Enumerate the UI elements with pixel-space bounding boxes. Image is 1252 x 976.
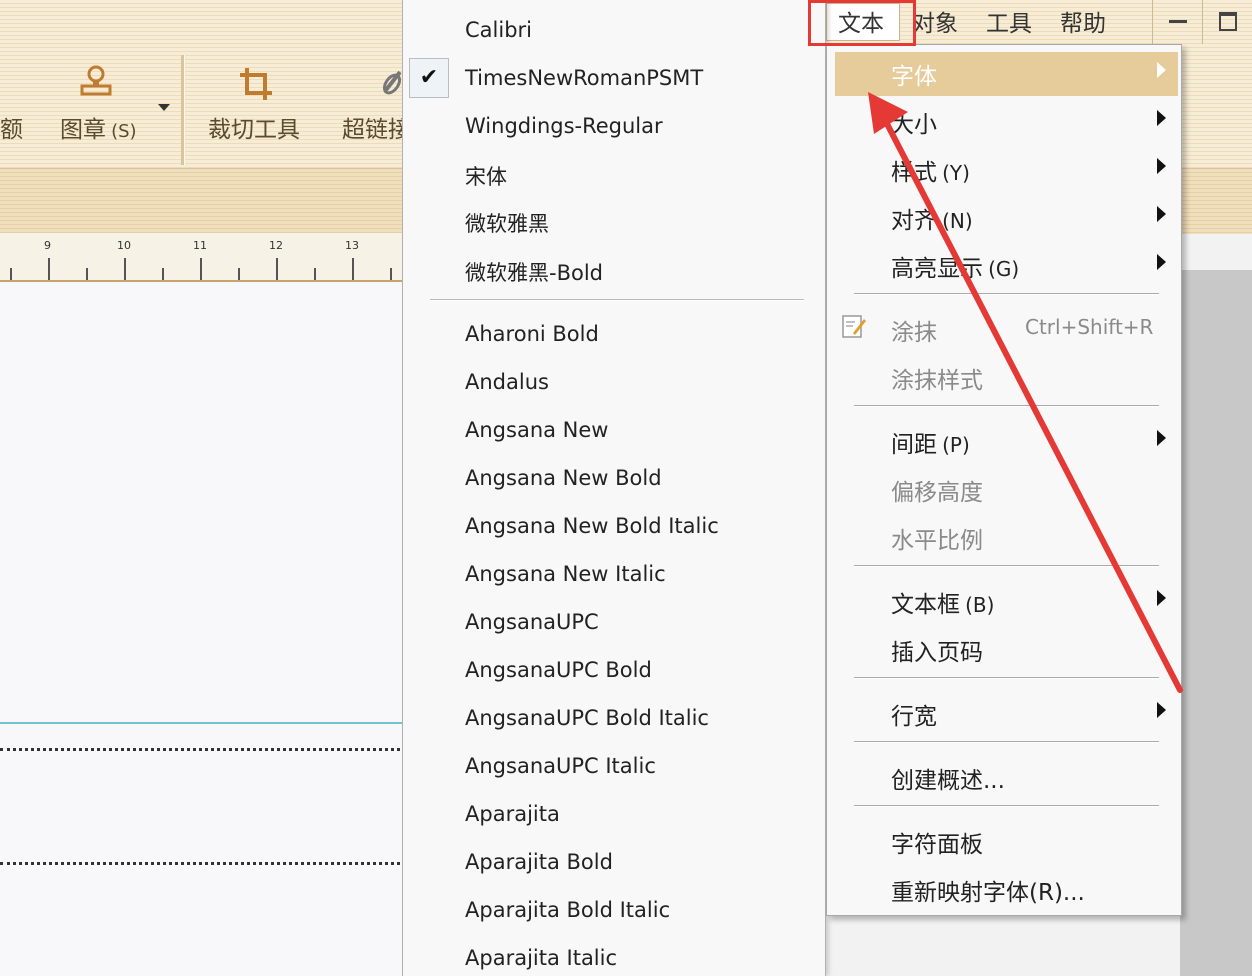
ruler-tick [276, 258, 278, 280]
ruler-tick [352, 258, 354, 280]
font-item-selected[interactable]: TimesNewRomanPSMT [465, 66, 703, 90]
font-item[interactable]: Angsana New Italic [465, 562, 666, 586]
ruler-tick [124, 258, 126, 280]
maximize-button[interactable] [1202, 0, 1252, 44]
annotation-box [808, 0, 916, 46]
submenu-arrow-icon [1157, 110, 1166, 126]
minimize-button[interactable] [1152, 0, 1201, 44]
dotted-line [0, 748, 400, 751]
menu-separator [854, 741, 1159, 743]
font-item[interactable]: 微软雅黑-Bold [465, 257, 603, 287]
menu-tools[interactable]: 工具 [986, 4, 1032, 38]
shortcut-label: Ctrl+Shift+R [1025, 315, 1154, 339]
crop-tool-button[interactable]: 裁切工具 [208, 110, 300, 144]
submenu-arrow-icon [1157, 206, 1166, 222]
menu-item-style[interactable]: 样式 (Y) [891, 153, 970, 187]
menu-separator [854, 805, 1159, 807]
font-item[interactable]: Angsana New [465, 418, 608, 442]
font-item[interactable]: Angsana New Bold [465, 466, 662, 490]
menu-item-insert-page-number[interactable]: 插入页码 [891, 633, 983, 667]
menu-separator [854, 293, 1159, 295]
menu-item-create-summary[interactable]: 创建概述... [891, 761, 1005, 795]
stamp-button[interactable]: 图章 (S) [60, 110, 137, 144]
font-item[interactable]: AngsanaUPC Bold [465, 658, 652, 682]
submenu-arrow-icon [1157, 254, 1166, 270]
crop-icon [238, 66, 274, 108]
menu-item-offset-height[interactable]: 偏移高度 [891, 473, 983, 507]
menu-item-character-panel[interactable]: 字符面板 [891, 825, 983, 859]
font-item[interactable]: 宋体 [465, 161, 507, 191]
document-canvas[interactable] [0, 282, 402, 976]
ruler-number: 9 [44, 239, 51, 252]
menu-item-remap-fonts[interactable]: 重新映射字体(R)... [891, 873, 1085, 907]
menu-item-align[interactable]: 对齐 (N) [891, 201, 973, 235]
menu-separator [430, 299, 804, 301]
menu-item-spacing[interactable]: 间距 (P) [891, 425, 970, 459]
hyperlink-button[interactable]: 超链接 [342, 110, 411, 144]
ruler-tick [314, 268, 316, 280]
ruler-tick [162, 268, 164, 280]
font-submenu: Calibri ✔ TimesNewRomanPSMT Wingdings-Re… [402, 0, 826, 976]
ruler-number: 11 [193, 239, 207, 252]
text-baseline [0, 722, 402, 724]
ruler-tick [86, 268, 88, 280]
menu-object[interactable]: 对象 [912, 4, 958, 38]
menu-separator [854, 677, 1159, 679]
ruler-tick [200, 258, 202, 280]
font-item[interactable]: Wingdings-Regular [465, 114, 663, 138]
ruler-tick [390, 268, 392, 280]
menu-item-line-width[interactable]: 行宽 [891, 697, 937, 731]
submenu-arrow-icon [1157, 62, 1166, 78]
font-item[interactable]: Angsana New Bold Italic [465, 514, 719, 538]
ruler-number: 10 [117, 239, 131, 252]
font-item[interactable]: Aparajita [465, 802, 560, 826]
font-item[interactable]: AngsanaUPC [465, 610, 599, 634]
toolbar-divider [181, 55, 185, 165]
workspace-background [1180, 270, 1252, 976]
font-item[interactable]: Calibri [465, 18, 532, 42]
submenu-arrow-icon [1157, 702, 1166, 718]
font-item[interactable]: Andalus [465, 370, 549, 394]
font-item[interactable]: Aparajita Bold [465, 850, 613, 874]
font-item[interactable]: 微软雅黑 [465, 208, 549, 238]
link-icon [378, 68, 404, 106]
stamp-dropdown-arrow[interactable] [158, 104, 170, 111]
menu-separator [854, 565, 1159, 567]
menu-item-label: 字体 [891, 64, 937, 90]
smear-pencil-icon [841, 313, 867, 339]
checkmark-icon: ✔ [409, 58, 449, 98]
ruler-tick [10, 268, 12, 280]
submenu-arrow-icon [1157, 430, 1166, 446]
menu-item-textbox[interactable]: 文本框 (B) [891, 585, 994, 619]
menu-item-font[interactable] [835, 52, 1178, 96]
dotted-line [0, 862, 400, 865]
submenu-arrow-icon [1157, 590, 1166, 606]
horizontal-ruler: 9 10 11 12 13 [0, 233, 402, 282]
menu-item-horizontal-scale[interactable]: 水平比例 [891, 521, 983, 555]
ruler-number: 13 [345, 239, 359, 252]
ruler-tick [48, 258, 50, 280]
menu-separator [854, 405, 1159, 407]
font-item[interactable]: Aharoni Bold [465, 322, 599, 346]
text-menu: 字体 大小 样式 (Y) 对齐 (N) 高亮显示 (G) 涂抹 Ctrl+Shi… [826, 44, 1182, 916]
toolbar-item-partial[interactable]: 额 [0, 110, 23, 144]
font-item[interactable]: Aparajita Bold Italic [465, 898, 670, 922]
menu-item-smear[interactable]: 涂抹 [891, 313, 937, 347]
menu-item-size[interactable]: 大小 [891, 105, 937, 139]
stamp-icon [78, 64, 114, 106]
menu-help[interactable]: 帮助 [1060, 4, 1106, 38]
ruler-number: 12 [269, 239, 283, 252]
font-item[interactable]: AngsanaUPC Bold Italic [465, 706, 709, 730]
menu-item-smear-style[interactable]: 涂抹样式 [891, 361, 983, 395]
ruler-tick [238, 268, 240, 280]
font-item[interactable]: AngsanaUPC Italic [465, 754, 656, 778]
submenu-arrow-icon [1157, 158, 1166, 174]
menu-item-highlight[interactable]: 高亮显示 (G) [891, 249, 1019, 283]
font-item[interactable]: Aparajita Italic [465, 946, 617, 970]
